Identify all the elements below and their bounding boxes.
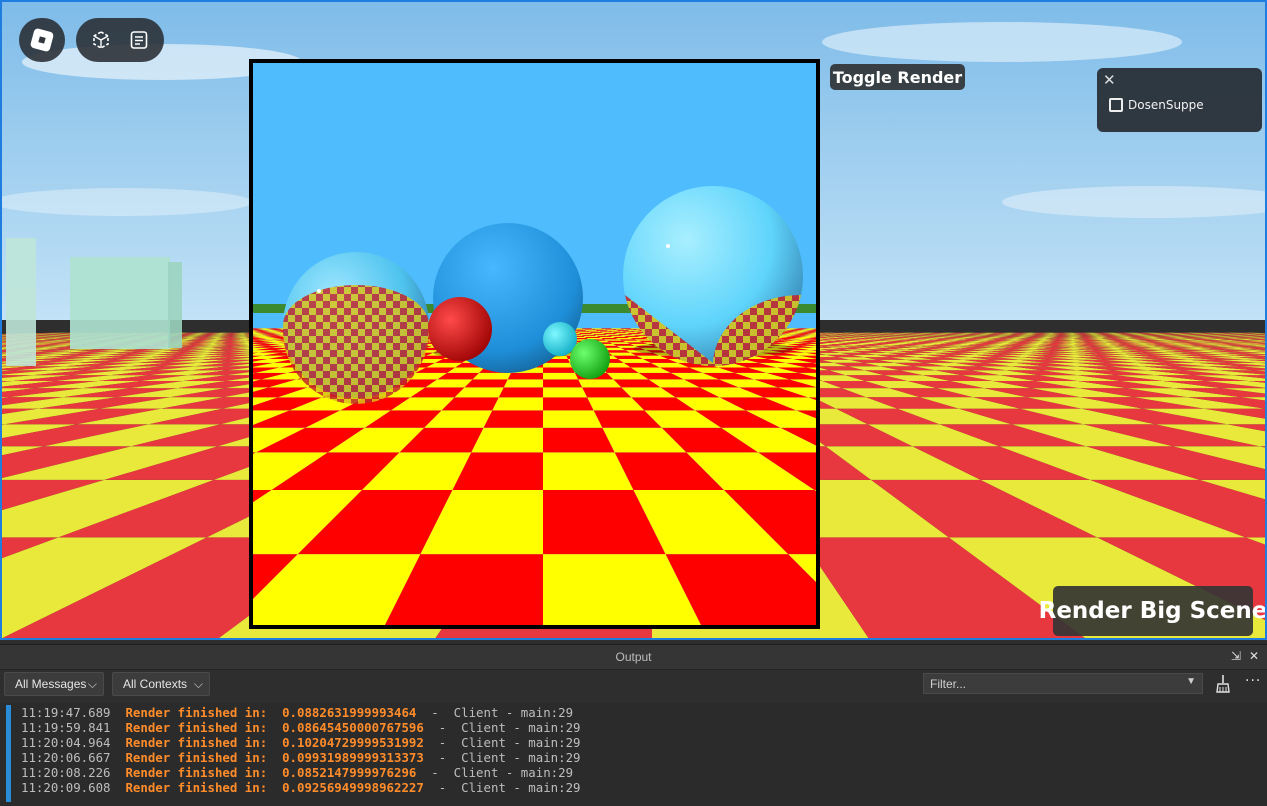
chevron-down-icon: ⌵ — [88, 677, 97, 692]
log-entry[interactable]: 11:19:59.841 Render finished in: 0.08645… — [21, 720, 581, 735]
toggle-render-button[interactable]: Toggle Render — [830, 64, 965, 90]
context-filter-label: All Contexts — [123, 677, 187, 691]
player-list-item[interactable]: DosenSuppe — [1109, 98, 1204, 112]
close-icon[interactable]: ✕ — [1103, 71, 1116, 89]
log-message: Render finished in: 0.09256949998962227 — [125, 780, 423, 795]
chat-icon[interactable] — [126, 27, 152, 53]
log-timestamp: 11:20:09.608 — [21, 780, 125, 795]
clear-output-button[interactable] — [1212, 673, 1234, 695]
more-options-icon[interactable]: ··· — [1245, 673, 1261, 689]
roblox-menu-button[interactable] — [19, 18, 65, 62]
message-filter-dropdown[interactable]: All Messages ⌵ — [4, 672, 104, 696]
log-group-marker — [6, 705, 11, 802]
broom-icon — [1214, 674, 1232, 694]
raytrace-render-frame — [249, 59, 820, 629]
log-message: Render finished in: 0.0882631999993464 — [125, 705, 416, 720]
log-entry[interactable]: 11:20:09.608 Render finished in: 0.09256… — [21, 780, 581, 795]
message-filter-label: All Messages — [15, 677, 86, 691]
log-entry[interactable]: 11:20:04.964 Render finished in: 0.10204… — [21, 735, 581, 750]
log-source: - Client - main:29 — [416, 765, 573, 780]
player-icon — [1109, 98, 1123, 112]
log-timestamp: 11:20:08.226 — [21, 765, 125, 780]
log-timestamp: 11:19:59.841 — [21, 720, 125, 735]
log-area[interactable]: 11:19:47.689 Render finished in: 0.08826… — [0, 703, 1267, 806]
player-name: DosenSuppe — [1128, 98, 1204, 112]
log-message: Render finished in: 0.0852147999976296 — [125, 765, 416, 780]
log-timestamp: 11:20:06.667 — [21, 750, 125, 765]
log-source: - Client - main:29 — [424, 780, 581, 795]
log-timestamp: 11:19:47.689 — [21, 705, 125, 720]
log-source: - Client - main:29 — [416, 705, 573, 720]
log-source: - Client - main:29 — [424, 735, 581, 750]
log-lines: 11:19:47.689 Render finished in: 0.08826… — [21, 705, 581, 795]
filter-placeholder: Filter... — [930, 677, 966, 691]
log-entry[interactable]: 11:20:06.667 Render finished in: 0.09931… — [21, 750, 581, 765]
close-panel-icon[interactable]: ✕ — [1249, 649, 1259, 663]
filter-input[interactable]: Filter... ▼ — [923, 673, 1203, 694]
roblox-logo-icon — [30, 28, 54, 52]
log-entry[interactable]: 11:19:47.689 Render finished in: 0.08826… — [21, 705, 581, 720]
output-toolbar: All Messages ⌵ All Contexts ⌵ Filter... … — [0, 670, 1267, 700]
output-titlebar: Output ⇲ ✕ — [0, 645, 1267, 670]
undock-icon[interactable]: ⇲ — [1231, 649, 1241, 663]
output-title: Output — [0, 650, 1267, 664]
log-timestamp: 11:20:04.964 — [21, 735, 125, 750]
log-message: Render finished in: 0.09931989999313373 — [125, 750, 423, 765]
raytraced-scene-image — [253, 63, 816, 625]
output-panel: Output ⇲ ✕ All Messages ⌵ All Contexts ⌵… — [0, 644, 1267, 806]
context-filter-dropdown[interactable]: All Contexts ⌵ — [112, 672, 210, 696]
log-message: Render finished in: 0.08645450000767596 — [125, 720, 423, 735]
log-message: Render finished in: 0.10204729999531992 — [125, 735, 423, 750]
selection-box-icon[interactable] — [88, 27, 114, 53]
game-viewport[interactable]: Toggle Render ✕ DosenSuppe Render Big Sc… — [0, 0, 1267, 640]
log-source: - Client - main:29 — [424, 750, 581, 765]
player-list-panel: ✕ DosenSuppe — [1097, 68, 1262, 132]
chevron-down-icon: ⌵ — [194, 677, 203, 692]
caret-down-icon: ▼ — [1186, 676, 1196, 687]
top-bar-pill — [76, 18, 164, 62]
log-entry[interactable]: 11:20:08.226 Render finished in: 0.08521… — [21, 765, 581, 780]
log-source: - Client - main:29 — [424, 720, 581, 735]
render-big-scene-button[interactable]: Render Big Scene — [1053, 586, 1253, 636]
